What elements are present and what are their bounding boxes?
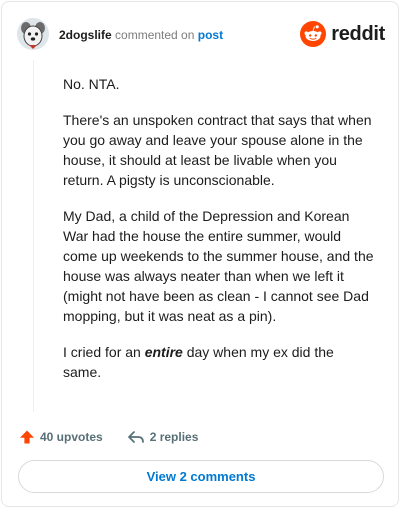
upvote-count: 40 upvotes bbox=[40, 430, 103, 444]
comment-paragraph: My Dad, a child of the Depression and Ko… bbox=[63, 208, 374, 324]
comment-body: No. NTA. There's an unspoken contract th… bbox=[63, 74, 375, 398]
comment-header: 2dogslife commented on post reddit bbox=[17, 18, 385, 54]
reddit-logo[interactable]: reddit bbox=[300, 21, 385, 47]
replies-button[interactable]: 2 replies bbox=[127, 429, 199, 445]
upvote-arrow-icon bbox=[20, 430, 34, 444]
comment-actions: 40 upvotes 2 replies bbox=[19, 426, 198, 448]
comment-paragraph: No. NTA. bbox=[63, 76, 120, 92]
reply-arrow-icon bbox=[127, 431, 144, 443]
comment-paragraph: I cried for an entire day when my ex did… bbox=[63, 342, 375, 382]
user-avatar[interactable] bbox=[17, 18, 49, 50]
upvote-button[interactable]: 40 upvotes bbox=[19, 429, 103, 445]
comment-paragraph: There's an unspoken contract that says t… bbox=[63, 112, 372, 188]
thread-line[interactable] bbox=[33, 60, 34, 412]
emphasized-text: entire bbox=[144, 344, 183, 360]
username-link[interactable]: 2dogslife bbox=[59, 28, 112, 42]
view-comments-button[interactable]: View 2 comments bbox=[18, 460, 384, 493]
post-link[interactable]: post bbox=[198, 28, 223, 42]
reply-count: 2 replies bbox=[149, 430, 199, 444]
reddit-wordmark: reddit bbox=[331, 22, 385, 45]
commented-on-text: commented on bbox=[115, 28, 195, 42]
paragraph-text: I cried for an bbox=[63, 344, 145, 360]
comment-card: 2dogslife commented on post reddit No. N… bbox=[1, 1, 399, 507]
dog-avatar-icon bbox=[17, 18, 49, 50]
reddit-snoo-icon bbox=[300, 21, 327, 47]
comment-meta: 2dogslife commented on post bbox=[59, 28, 223, 42]
